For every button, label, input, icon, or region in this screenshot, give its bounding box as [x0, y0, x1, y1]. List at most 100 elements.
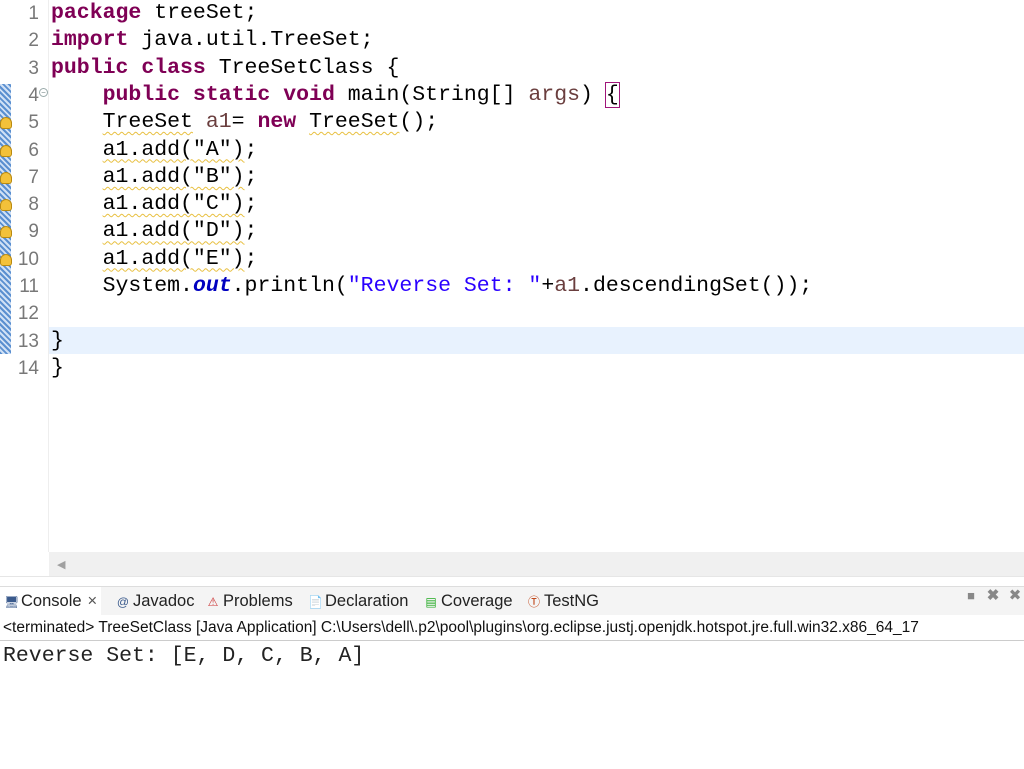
code-token: ; — [244, 164, 258, 189]
code-token: = — [231, 110, 258, 135]
code-line: import java.util.TreeSet; — [51, 27, 374, 54]
problems-icon: ⚠ — [207, 595, 219, 609]
code-token: } — [51, 328, 64, 353]
code-token: + — [541, 274, 555, 298]
declaration-icon: 📄 — [308, 595, 323, 609]
code-token: .descendingSet()); — [580, 274, 813, 298]
code-line: public class TreeSetClass { — [51, 55, 399, 82]
code-line: package treeSet; — [51, 0, 257, 27]
code-token: } — [51, 355, 64, 380]
tab-declaration[interactable]: 📄 Declaration — [304, 587, 412, 616]
warning-marker-icon[interactable] — [0, 144, 12, 157]
tab-label: TestNG — [544, 592, 600, 610]
code-token: a1.add("A") — [102, 137, 245, 162]
code-token: args — [528, 82, 581, 107]
code-token: ; — [244, 192, 258, 217]
code-token: public static void — [102, 82, 335, 107]
line-number: 10 — [17, 248, 39, 270]
code-token: a1.add("D") — [102, 219, 245, 244]
code-token: a1 — [554, 274, 581, 298]
tab-testng[interactable]: Ⓣ TestNG — [523, 587, 603, 616]
code-token: a1.add("C") — [102, 192, 245, 217]
line-number: 12 — [17, 303, 39, 325]
line-number: 6 — [28, 139, 39, 161]
code-token: out — [192, 274, 232, 298]
scroll-left-icon[interactable]: ◀ — [57, 558, 65, 571]
code-token: TreeSet — [102, 110, 193, 135]
code-token: import — [51, 28, 129, 53]
code-token: package — [51, 1, 142, 25]
code-token: ) — [580, 82, 606, 107]
remove-launch-icon[interactable]: ✖ — [985, 586, 1001, 606]
fold-toggle-icon[interactable]: − — [39, 87, 48, 97]
at-icon: @ — [116, 595, 130, 609]
code-token: a1.add("B") — [102, 164, 245, 189]
code-line: a1.add("E"); — [51, 246, 258, 273]
code-editor[interactable]: 1 package treeSet; 2 import java.util.TreeS… — [0, 0, 1024, 552]
code-line: } — [51, 355, 64, 382]
warning-marker-icon[interactable] — [0, 199, 12, 212]
tab-label: Console — [21, 592, 82, 610]
code-token: .println( — [231, 274, 348, 298]
tab-javadoc[interactable]: @ Javadoc — [112, 587, 198, 616]
line-number: 4 — [28, 84, 39, 106]
console-status: <terminated> TreeSetClass [Java Applicat… — [0, 615, 1024, 641]
code-line: a1.add("C"); — [51, 191, 258, 218]
code-token: new — [257, 110, 297, 135]
tab-console[interactable]: 🖥 Console × — [0, 587, 102, 616]
warning-marker-icon[interactable] — [0, 253, 12, 266]
tab-label: Coverage — [441, 592, 513, 610]
tab-label: Javadoc — [133, 592, 195, 610]
code-token: TreeSetClass { — [205, 55, 400, 80]
code-token: System. — [51, 274, 193, 298]
close-tab-icon[interactable]: × — [88, 592, 98, 610]
remove-all-launches-icon[interactable]: ✖ — [1007, 586, 1023, 606]
code-line: a1.add("D"); — [51, 218, 258, 245]
code-token: ; — [244, 219, 258, 244]
line-number: 5 — [28, 112, 39, 134]
code-token: ; — [244, 246, 258, 271]
code-line: a1.add("B"); — [51, 164, 258, 191]
code-token: a1.add("E") — [102, 246, 245, 271]
line-number: 13 — [17, 330, 39, 352]
code-token: TreeSet — [309, 110, 400, 135]
code-line: public static void main(String[] args) { — [51, 81, 620, 109]
console-tab-bar: 🖥 Console × @ Javadoc ⚠ Problems 📄 Declaration ▤ C… — [0, 586, 1024, 616]
code-token: main(String[] — [334, 82, 529, 107]
line-number: 2 — [28, 30, 39, 52]
warning-marker-icon[interactable] — [0, 171, 12, 184]
tab-label: Problems — [223, 592, 293, 610]
tab-problems[interactable]: ⚠ Problems — [202, 587, 297, 616]
tab-label: Declaration — [325, 592, 409, 610]
warning-marker-icon[interactable] — [0, 117, 12, 130]
code-line: System.out.println("Reverse Set: "+a1.de… — [51, 273, 813, 300]
code-token: (); — [399, 110, 439, 135]
testng-icon: Ⓣ — [527, 595, 540, 609]
console-output: Reverse Set: [E, D, C, B, A] — [3, 644, 365, 668]
terminate-icon[interactable]: ■ — [963, 586, 979, 606]
code-token: public class — [51, 55, 206, 80]
code-token: "Reverse Set: " — [347, 274, 542, 298]
line-number: 1 — [28, 3, 39, 24]
line-number: 14 — [17, 357, 39, 379]
horizontal-scrollbar[interactable]: ◀ — [49, 552, 1024, 576]
divider — [0, 576, 1024, 586]
code-token: ; — [244, 137, 258, 162]
code-token: treeSet; — [141, 1, 258, 25]
warning-marker-icon[interactable] — [0, 226, 12, 239]
line-number: 8 — [28, 194, 39, 216]
line-number: 9 — [28, 221, 39, 243]
code-token: a1 — [205, 110, 232, 135]
code-token: java.util.TreeSet; — [128, 28, 374, 53]
code-line: } — [51, 328, 64, 355]
tab-coverage[interactable]: ▤ Coverage — [420, 587, 517, 616]
line-number: 7 — [28, 166, 39, 188]
